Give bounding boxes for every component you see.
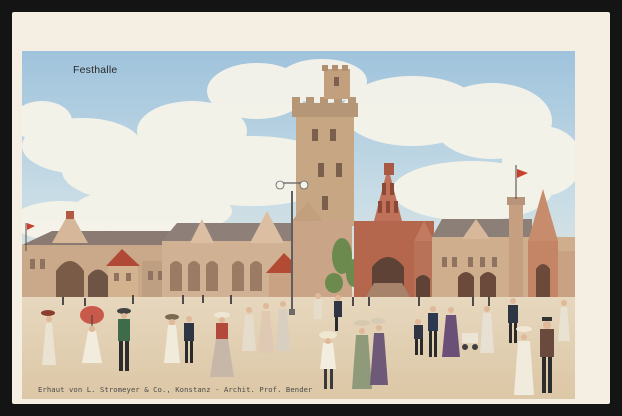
publisher-imprint: Erhaut von L. Stromeyer & Co., Konstanz … <box>38 385 313 394</box>
postcard-title: Festhalle <box>73 64 118 76</box>
postcard-frame: Festhalle Erhaut von L. Stromeyer & Co.,… <box>0 0 622 416</box>
festhalle-illustration <box>22 51 575 399</box>
central-hall <box>162 211 304 297</box>
